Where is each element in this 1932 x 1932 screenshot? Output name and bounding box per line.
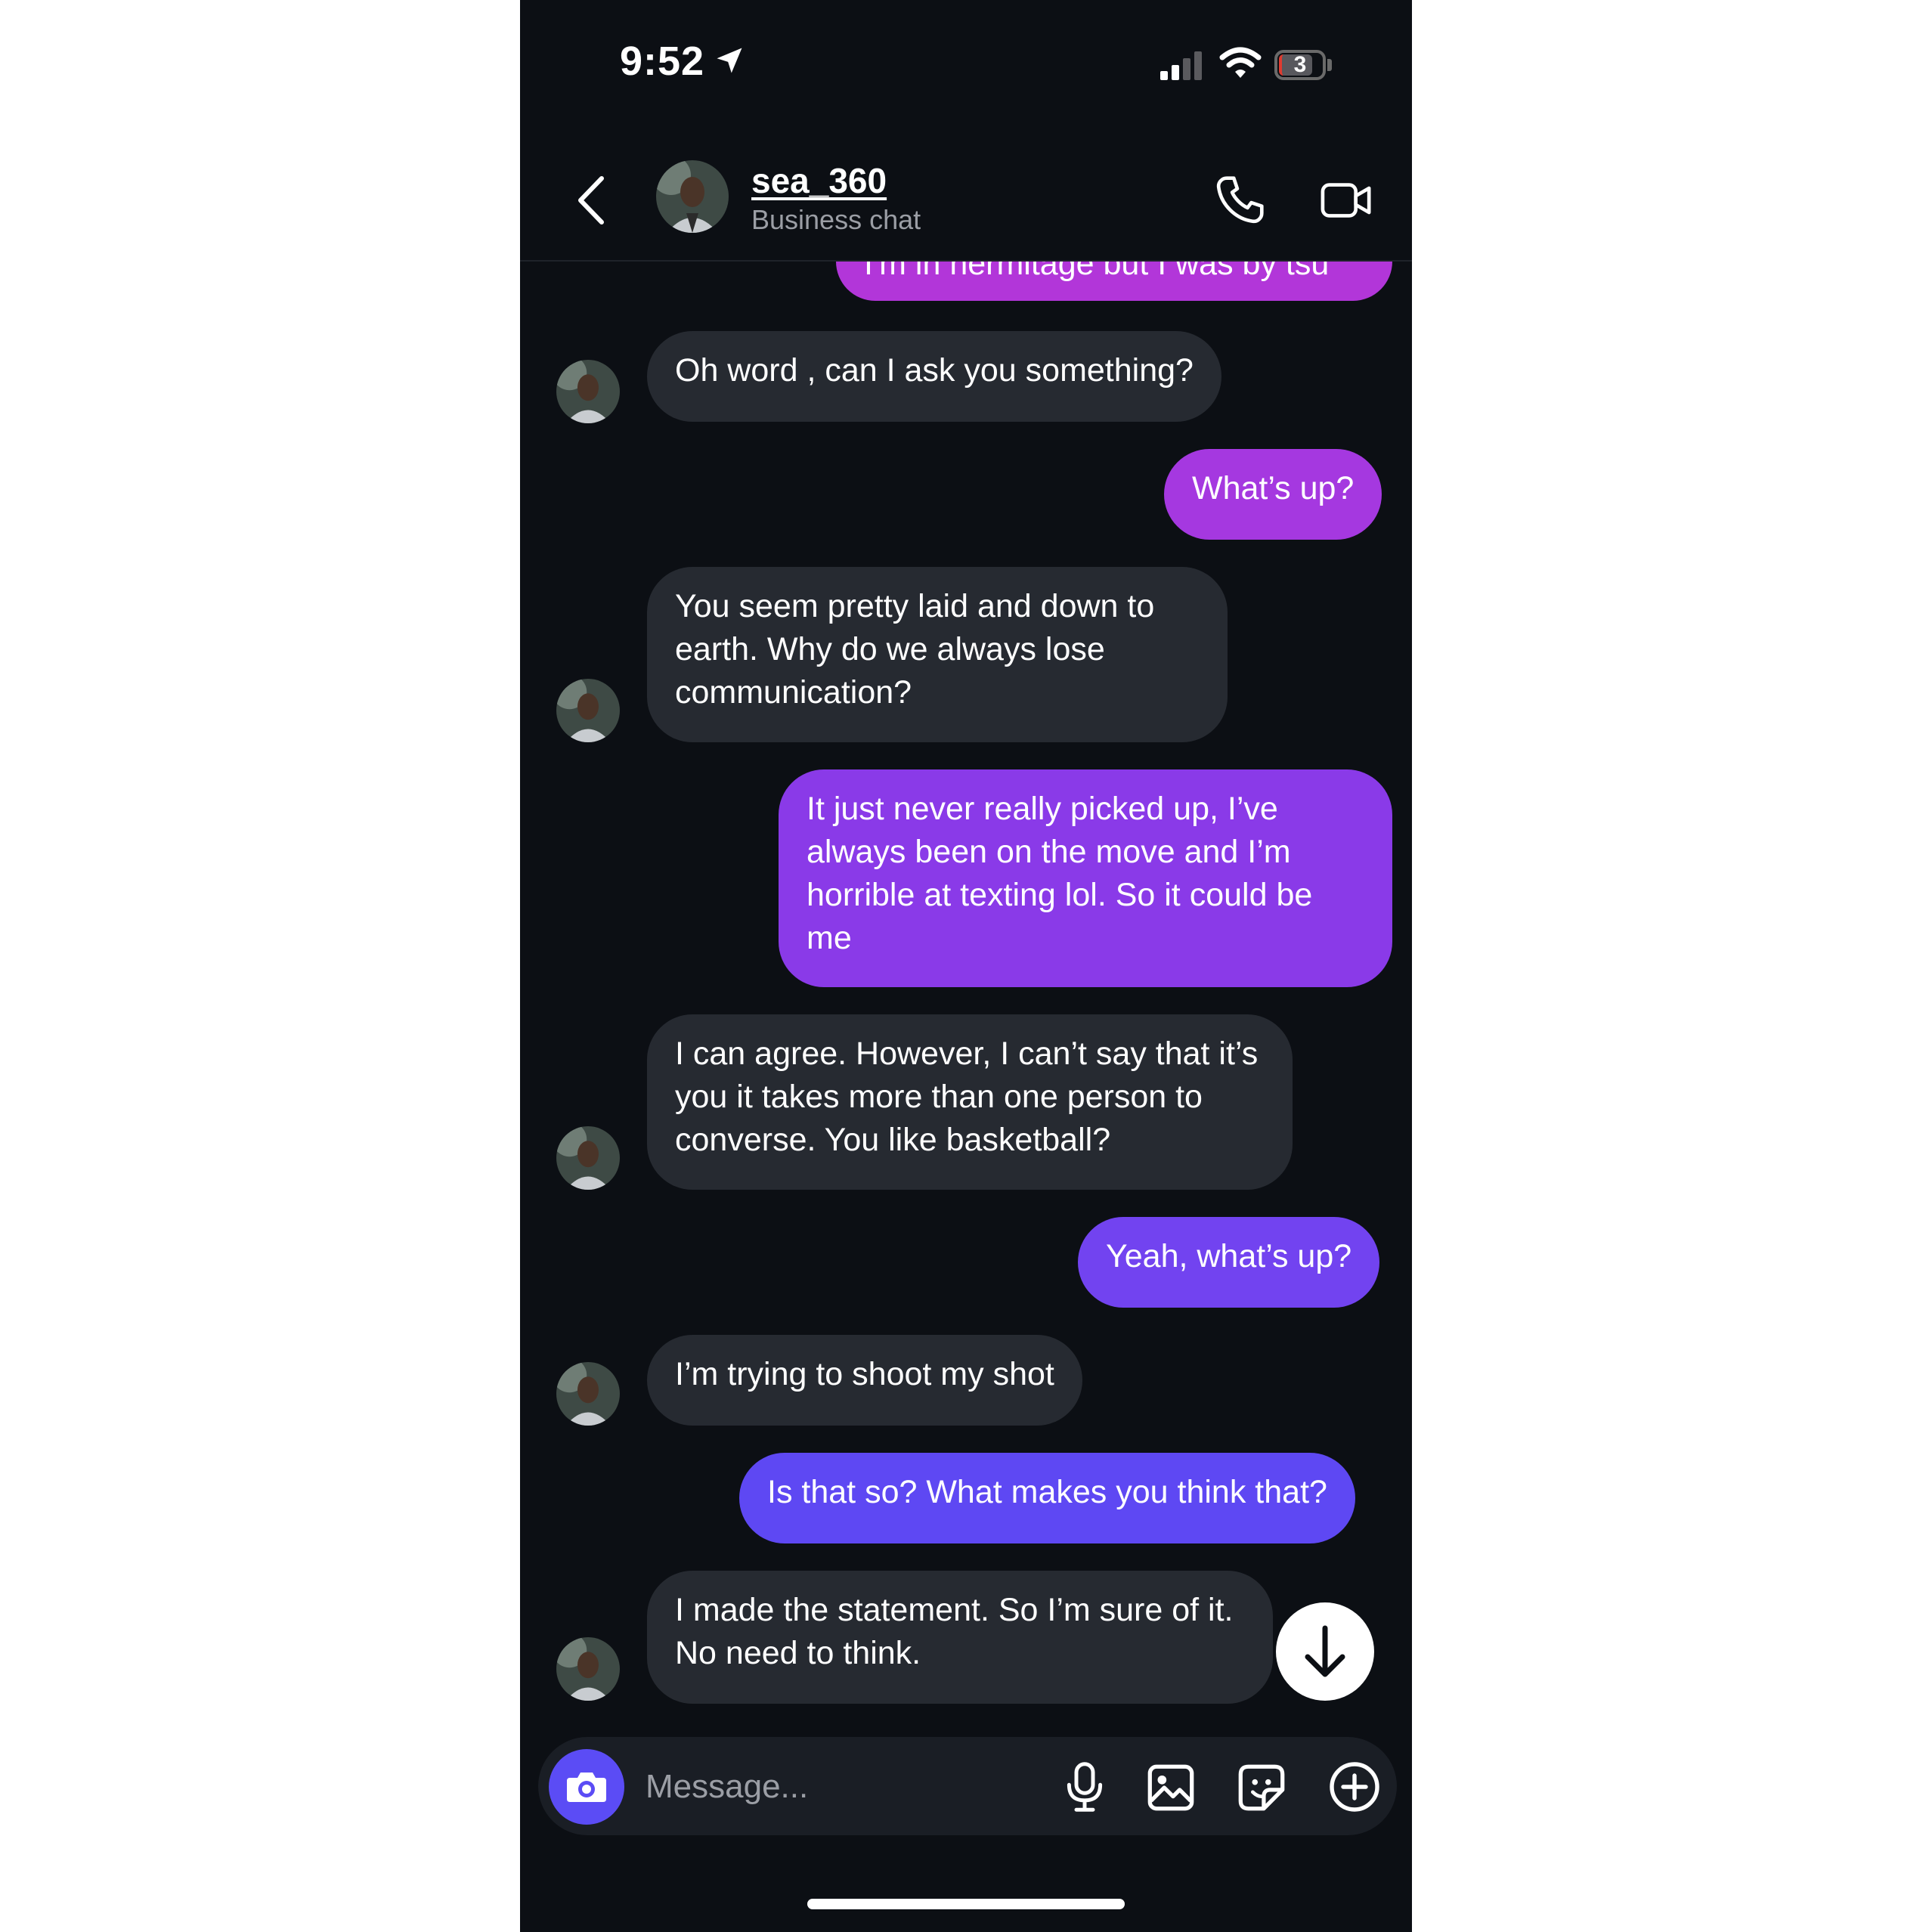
signal-icon: [1159, 50, 1206, 85]
sender-avatar[interactable]: [556, 679, 620, 742]
message-bubble-sent[interactable]: Is that so? What makes you think that?: [739, 1453, 1355, 1543]
camera-button[interactable]: [549, 1749, 624, 1825]
message-bubble-sent[interactable]: I'm in hermitage but I was by tsu: [836, 262, 1392, 301]
message-list[interactable]: I'm in hermitage but I was by tsu Oh wor…: [520, 262, 1412, 1735]
message-bubble-received[interactable]: I can agree. However, I can’t say that i…: [647, 1014, 1293, 1190]
battery-icon: 3: [1274, 50, 1326, 80]
back-chevron-icon[interactable]: [573, 174, 611, 231]
chat-header: sea_360 Business chat: [520, 144, 1412, 262]
avatar[interactable]: [656, 160, 729, 233]
message-bubble-received[interactable]: I made the statement. So I’m sure of it.…: [647, 1571, 1273, 1704]
contact-name[interactable]: sea_360: [751, 160, 887, 201]
home-indicator: [807, 1899, 1125, 1909]
plus-circle-icon[interactable]: [1327, 1760, 1382, 1818]
message-bubble-received[interactable]: You seem pretty laid and down to earth. …: [647, 567, 1228, 742]
sender-avatar[interactable]: [556, 360, 620, 423]
scroll-to-bottom-button[interactable]: [1276, 1602, 1374, 1701]
phone-screen: 9:52 3 sea_360 Business chat I'm in herm…: [520, 0, 1412, 1932]
microphone-icon[interactable]: [1060, 1760, 1110, 1818]
message-composer: [538, 1737, 1397, 1835]
message-bubble-sent[interactable]: It just never really picked up, I’ve alw…: [779, 769, 1392, 987]
message-bubble-received[interactable]: I’m trying to shoot my shot: [647, 1335, 1082, 1426]
wifi-icon: [1219, 47, 1262, 84]
arrow-down-icon: [1305, 1625, 1345, 1677]
message-bubble-sent[interactable]: What’s up?: [1164, 449, 1382, 540]
video-camera-icon[interactable]: [1317, 174, 1376, 231]
status-time: 9:52: [620, 39, 705, 84]
message-input[interactable]: [644, 1760, 980, 1814]
location-arrow-icon: [713, 44, 746, 81]
sender-avatar[interactable]: [556, 1637, 620, 1701]
message-bubble-sent[interactable]: Yeah, what’s up?: [1078, 1217, 1380, 1308]
battery-level: 3: [1293, 52, 1307, 77]
gallery-icon[interactable]: [1144, 1761, 1197, 1818]
sender-avatar[interactable]: [556, 1362, 620, 1426]
sender-avatar[interactable]: [556, 1126, 620, 1190]
message-bubble-received[interactable]: Oh word , can I ask you something?: [647, 331, 1221, 422]
phone-icon[interactable]: [1212, 172, 1268, 232]
contact-subtitle: Business chat: [751, 204, 921, 235]
camera-icon: [567, 1773, 606, 1802]
sticker-icon[interactable]: [1235, 1761, 1288, 1818]
